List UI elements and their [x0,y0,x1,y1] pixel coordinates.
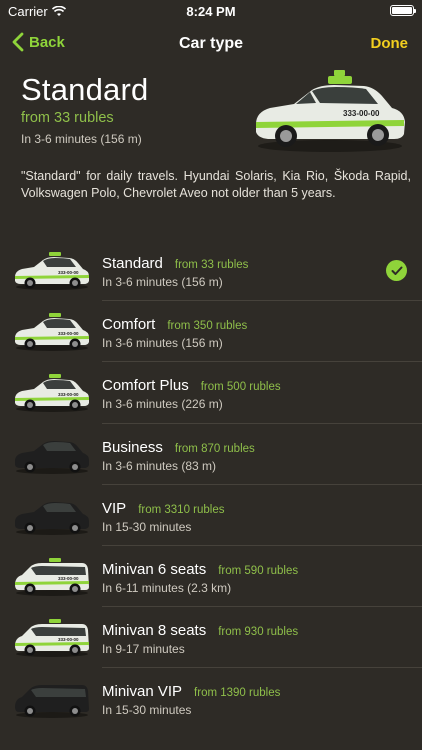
taxi-sign-text: 333-00-00 [343,109,380,118]
status-time: 8:24 PM [186,4,236,19]
page-title: Car type [178,35,244,52]
svg-text:333-00-00: 333-00-00 [58,331,79,336]
car-type-name: Standard from 33 rubles [102,255,248,272]
car-thumbnail: 333-00-00 [15,252,89,290]
car-type-label: Minivan 6 seats [102,560,207,578]
car-type-row-standard[interactable]: 333-00-00 Standard from 33 rubles In 3-6 … [0,240,422,302]
car-type-eta: In 3-6 minutes (156 m) [102,336,223,351]
selected-car-header: Standard from 33 rubles In 3-6 minutes (… [0,66,422,162]
car-type-label: Standard [102,255,163,272]
car-thumbnail [15,440,89,474]
car-thumbnail: 333-00-00 [15,619,89,658]
car-type-price: from 3310 rubles [138,503,225,516]
car-type-label: Minivan VIP [102,683,183,701]
car-type-row-minivan-8-seats[interactable]: 333-00-00 Minivan 8 seats from 930 rubles… [0,607,422,669]
car-type-label: Comfort Plus [102,377,189,395]
car-thumbnail: 333-00-00 [15,313,89,352]
car-thumbnail [15,685,89,719]
car-type-price: from 500 rubles [200,381,281,394]
car-type-row-minivan-6-seats[interactable]: 333-00-00 Minivan 6 seats from 590 rubles… [0,546,422,608]
taxi-car-image: 333-00-00 [256,70,405,152]
selected-car-name: Standard [21,72,149,107]
car-type-price: from 870 rubles [174,442,255,455]
svg-text:333-00-00: 333-00-00 [58,637,79,642]
car-type-name: Minivan 8 seats from 930 rubles [102,622,298,639]
navigation-bar: Back Car type Done [0,22,422,66]
car-type-list: 333-00-00 Standard from 33 rubles In 3-6 … [0,240,422,730]
car-type-label: Comfort [102,316,156,334]
car-type-eta: In 3-6 minutes (226 m) [102,397,223,412]
car-type-row-vip[interactable]: VIP from 3310 rubles In 15-30 minutes [0,485,422,547]
car-type-eta: In 15-30 minutes [102,703,192,718]
car-type-eta: In 15-30 minutes [102,519,192,534]
car-type-name: Comfort Plus from 500 rubles [102,377,281,394]
selected-car-eta: In 3-6 minutes (156 m) [21,132,142,146]
svg-text:333-00-00: 333-00-00 [58,392,79,397]
car-type-price: from 930 rubles [218,626,299,639]
car-thumbnail [15,501,89,535]
car-type-name: Business from 870 rubles [102,439,255,456]
car-type-row-comfort[interactable]: 333-00-00 Comfort from 350 rubles In 3-6 … [0,301,422,363]
svg-text:333-00-00: 333-00-00 [58,270,79,275]
car-type-row-minivan-vip[interactable]: Minivan VIP from 1390 rubles In 15-30 min… [0,668,422,729]
car-type-eta: In 9-17 minutes [102,642,185,657]
car-type-eta: In 3-6 minutes (83 m) [102,458,217,473]
checkmark-icon [386,260,407,281]
car-type-price: from 33 rubles [174,259,249,271]
done-button[interactable]: Done [371,35,409,52]
car-type-label: VIP [102,499,127,517]
car-type-name: VIP from 3310 rubles [102,500,224,517]
selected-car-price: from 33 rubles [21,110,114,126]
car-type-price: from 590 rubles [218,564,299,577]
car-type-name: Comfort from 350 rubles [102,316,247,333]
car-type-row-comfort-plus[interactable]: 333-00-00 Comfort Plus from 500 rubles In… [0,362,422,424]
status-bar: Carrier 8:24 PM [0,0,422,22]
car-type-label: Minivan 8 seats [102,622,207,640]
car-type-eta: In 6-11 minutes (2.3 km) [102,580,232,595]
car-type-label: Business [102,438,163,456]
car-type-eta: In 3-6 minutes (156 m) [102,275,223,289]
car-thumbnail: 333-00-00 [15,374,89,413]
car-type-row-business[interactable]: Business from 870 rubles In 3-6 minutes (… [0,424,422,485]
car-type-name: Minivan 6 seats from 590 rubles [102,561,298,578]
car-type-price: from 350 rubles [167,320,248,333]
car-type-price: from 1390 rubles [194,687,281,700]
battery-icon [390,5,416,16]
car-thumbnail: 333-00-00 [15,557,89,596]
car-type-description: "Standard" for daily travels. Hyundai So… [21,169,411,200]
car-type-name: Minivan VIP from 1390 rubles [102,683,280,700]
svg-text:333-00-00: 333-00-00 [58,576,79,581]
